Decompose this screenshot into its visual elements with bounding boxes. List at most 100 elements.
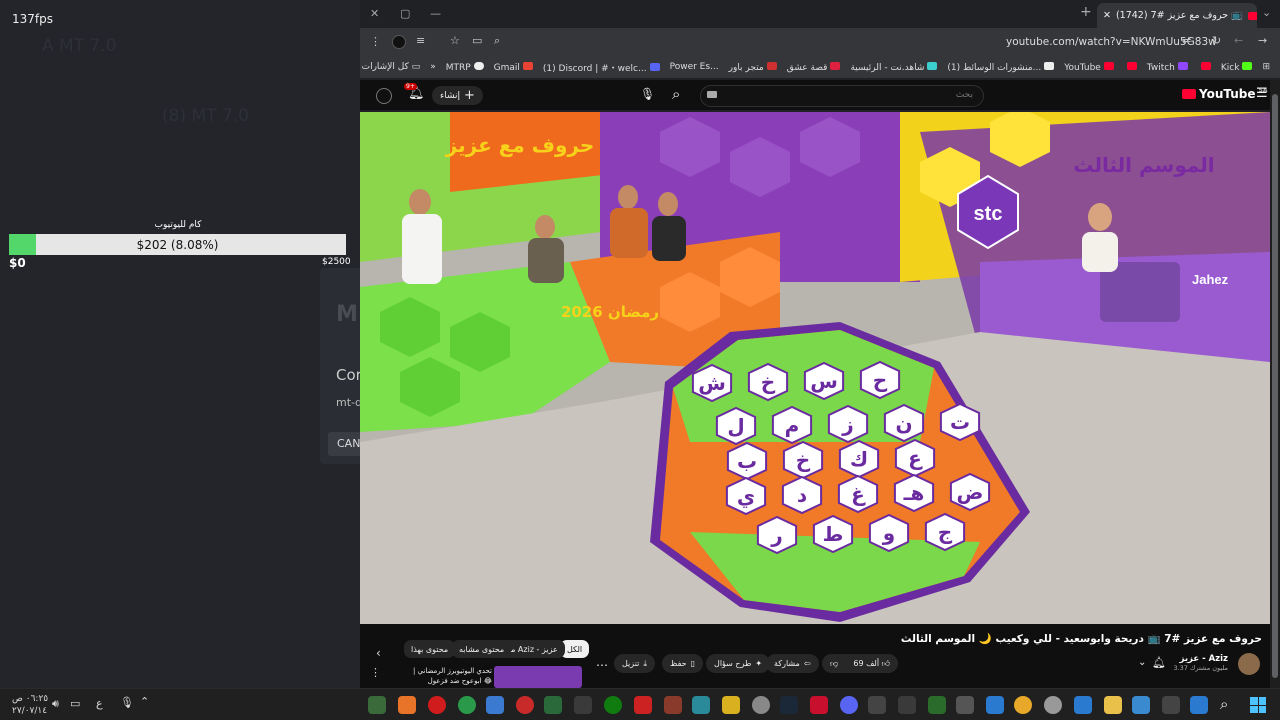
app-icon[interactable] [810, 696, 828, 714]
ask-button[interactable]: طرح سؤال ✦ [706, 654, 771, 673]
minimize-icon[interactable]: — [430, 7, 441, 20]
save-button[interactable]: حفظ ▯ [662, 654, 703, 673]
bookmark-item[interactable]: MTRP [446, 61, 484, 73]
channel-avatar[interactable] [1238, 653, 1260, 675]
bookmark-item[interactable]: (1) Discord | #・welc... [543, 61, 660, 74]
bookmark-item[interactable]: Power Es... [670, 62, 719, 72]
app-icon[interactable] [664, 696, 682, 714]
bookmark-item[interactable] [1198, 61, 1211, 73]
search-input[interactable]: بحث [700, 85, 984, 107]
tab-search-icon[interactable]: ⌄ [1262, 6, 1271, 19]
system-clock[interactable]: ٠٦:٢٥ ص ٢٧/٠٧/١٤ [12, 693, 48, 717]
create-button[interactable]: إنشاء + [432, 86, 483, 105]
donation-goal-label: كام لليوتيوب [154, 220, 202, 230]
microphone-icon[interactable]: 🎙︎ [120, 696, 134, 709]
widgets-icon[interactable] [1190, 696, 1208, 714]
app-icon[interactable] [516, 696, 534, 714]
volume-icon[interactable]: 🔊︎ [52, 697, 59, 711]
app-icon[interactable] [956, 696, 974, 714]
steam-icon[interactable] [780, 696, 798, 714]
bookmark-item[interactable]: شاهد.نت - الرئيسية [850, 61, 938, 73]
apps-icon[interactable] [486, 696, 504, 714]
apps-grid-icon[interactable]: ⊞ [1262, 62, 1270, 72]
like-button[interactable]: 69 ألف 👍︎ [853, 659, 890, 669]
bookmark-item[interactable] [1124, 61, 1137, 73]
brave-icon[interactable] [398, 696, 416, 714]
language-indicator[interactable]: ع [96, 697, 103, 710]
hamburger-menu-icon[interactable]: ☰ [1256, 86, 1268, 101]
chip-related[interactable]: محتوى مشابه [452, 640, 512, 658]
new-tab-icon[interactable]: + [1080, 4, 1092, 20]
menu-icon[interactable]: ⋮ [370, 35, 381, 48]
bookmark-item[interactable]: YouTube [1064, 61, 1114, 73]
page-scrollbar[interactable] [1270, 80, 1280, 688]
account-avatar[interactable] [376, 88, 392, 104]
tab-close-icon[interactable]: ✕ [1103, 10, 1111, 21]
forward-icon[interactable]: ← [1234, 34, 1243, 47]
app-icon[interactable] [692, 696, 710, 714]
file-explorer-icon[interactable] [1104, 696, 1122, 714]
zoom-icon[interactable]: ⌕ [494, 34, 500, 48]
chip-similar[interactable]: محتوى بهذا [404, 640, 456, 658]
app-icon[interactable] [868, 696, 886, 714]
app-icon[interactable] [1132, 696, 1150, 714]
keyboard-icon[interactable] [707, 91, 717, 98]
subscribed-bell-icon[interactable]: 🔔︎ [1152, 656, 1166, 669]
related-video-title[interactable]: تحدي اليوتيوبرز الرمضاني | ابوعوح ضد فزع… [392, 666, 492, 686]
bookmarks-overflow-button[interactable]: » [430, 62, 436, 72]
search-icon[interactable]: ⌕ [672, 85, 680, 103]
bookmark-item[interactable]: (1) منشورات الوسائط... [947, 61, 1055, 73]
app-icon[interactable] [986, 696, 1004, 714]
browser-tab-active[interactable]: ✕ (1742) حروف مع عزيز #7 📺 [1097, 3, 1257, 28]
bookmark-item[interactable]: Kick [1221, 61, 1253, 73]
app-icon[interactable] [898, 696, 916, 714]
bookmark-star-icon[interactable]: ☆ [450, 34, 460, 47]
bookmark-item[interactable]: متجر باور [729, 61, 777, 73]
cast-icon[interactable]: ▭ [472, 34, 482, 47]
settings-icon[interactable] [1044, 696, 1062, 714]
app-icon[interactable] [574, 696, 592, 714]
dislike-icon[interactable]: 👎︎ [830, 659, 838, 669]
app-icon[interactable] [1014, 696, 1032, 714]
reload-icon[interactable]: ↻ [1212, 34, 1221, 47]
more-actions-icon[interactable]: ⋯ [596, 658, 608, 672]
app-icon[interactable] [1074, 696, 1092, 714]
network-icon[interactable]: ▭ [70, 697, 80, 710]
subscribe-dropdown-icon[interactable]: ⌄ [1138, 657, 1146, 668]
app-icon[interactable] [634, 696, 652, 714]
scrollbar-thumb[interactable] [1272, 94, 1278, 678]
video-player[interactable]: stc الموسم الثالث حروف مع عزيز Jahez رمض… [360, 112, 1270, 624]
channel-info[interactable]: عزيز - Aziz 3.37 مليون مشترك [1168, 654, 1228, 672]
search-icon[interactable]: ⌕ [1220, 695, 1228, 713]
tray-overflow-icon[interactable]: ⌃ [140, 695, 149, 708]
chrome-icon[interactable] [458, 696, 476, 714]
xbox-icon[interactable] [604, 696, 622, 714]
app-icon[interactable] [928, 696, 946, 714]
youtube-logo[interactable]: YouTube SA [1182, 87, 1267, 101]
profile-avatar[interactable] [392, 35, 406, 49]
share-button[interactable]: مشاركة ⇦ [766, 654, 819, 673]
back-icon[interactable]: → [1258, 34, 1267, 47]
bookmark-item[interactable]: Gmail [494, 61, 533, 73]
related-video-thumbnail[interactable] [494, 666, 582, 688]
opera-icon[interactable] [428, 696, 446, 714]
bookmark-item[interactable]: Twitch [1147, 61, 1188, 73]
app-icon[interactable] [544, 696, 562, 714]
settings-gear-icon[interactable] [752, 696, 770, 714]
dialog-cancel-button[interactable]: CAN [328, 432, 360, 456]
task-view-icon[interactable] [1162, 696, 1180, 714]
bookmark-item[interactable]: قصة عشق [787, 61, 841, 73]
obs-icon[interactable] [368, 696, 386, 714]
chips-prev-icon[interactable]: ‹ [376, 646, 381, 660]
download-button[interactable]: تنزيل ⤓ [614, 654, 655, 673]
start-button-icon[interactable] [1250, 697, 1266, 713]
close-window-icon[interactable]: ✕ [370, 7, 379, 20]
media-controls-icon[interactable]: ≡ [416, 34, 425, 47]
app-icon[interactable] [722, 696, 740, 714]
more-icon[interactable]: ⋮ [370, 666, 381, 679]
voice-search-icon[interactable]: 🎙︎ [640, 87, 655, 101]
maximize-icon[interactable]: ▢ [400, 7, 410, 20]
all-bookmarks[interactable]: كل الإشارات المرجعية ▭ [360, 62, 420, 72]
discord-icon[interactable] [840, 696, 858, 714]
site-settings-icon[interactable]: ⇌ [1182, 34, 1191, 47]
